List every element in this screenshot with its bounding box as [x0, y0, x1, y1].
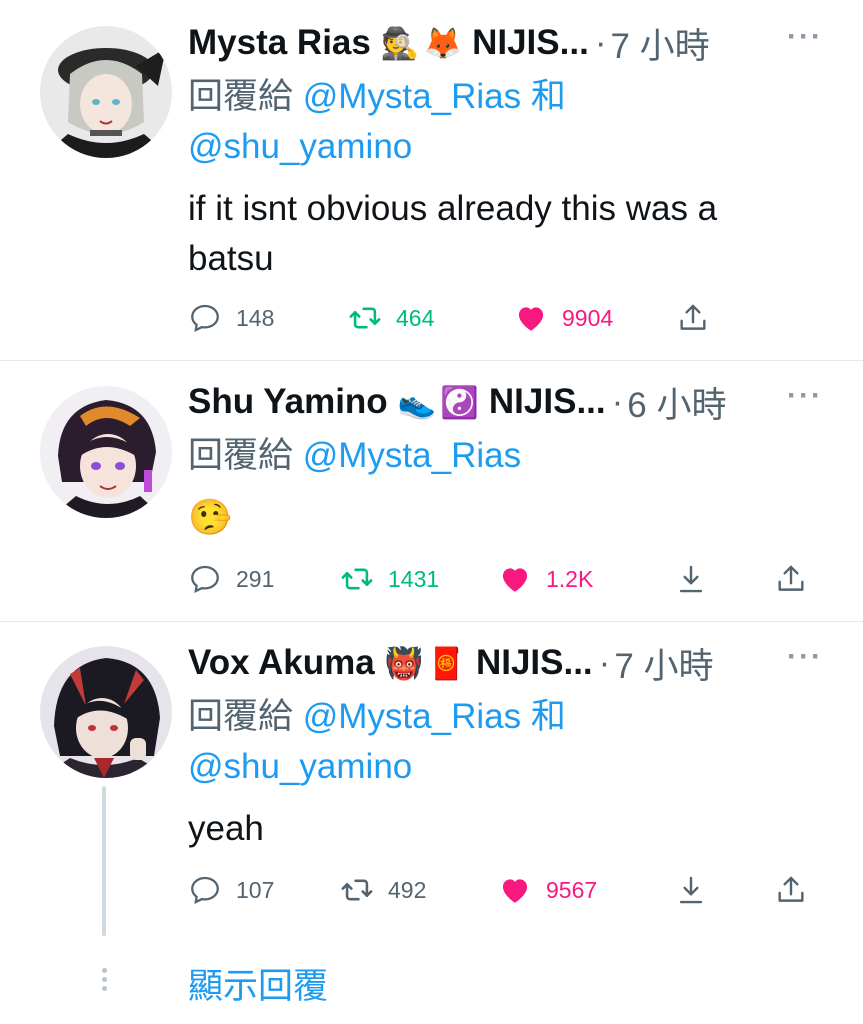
mention-link[interactable]: @shu_yamino — [188, 127, 412, 166]
reply-to: 回覆給 @Mysta_Rias 和 @shu_yamino — [188, 72, 823, 172]
reply-icon — [191, 565, 219, 593]
heart-icon — [502, 879, 528, 903]
org-name[interactable]: NIJIS... — [489, 382, 606, 422]
share-icon — [778, 876, 804, 902]
like-button[interactable]: 9904 — [514, 296, 613, 340]
tweet-shu[interactable]: Shu Yamino 👟 ☯️ NIJIS... · 6 小時 ··· 回覆給 … — [0, 361, 863, 621]
reply-button[interactable]: 148 — [188, 296, 274, 340]
more-icon[interactable]: ··· — [787, 379, 823, 413]
reply-count: 107 — [236, 876, 275, 903]
avatar[interactable] — [40, 26, 172, 158]
action-bar: 107 492 9567 — [188, 868, 808, 912]
detective-emoji: 🕵️ — [380, 25, 420, 61]
download-icon — [679, 876, 703, 904]
reply-icon — [191, 876, 219, 904]
more-icon[interactable]: ··· — [787, 20, 823, 54]
reply-and: 和 — [530, 77, 566, 116]
retweet-count: 1431 — [388, 565, 440, 592]
mention-link[interactable]: @Mysta_Rias — [303, 436, 521, 475]
retweet-icon — [341, 879, 373, 901]
action-bar: 291 1431 1.2K — [188, 557, 808, 601]
separator-dot: · — [611, 382, 624, 421]
share-icon — [778, 565, 804, 591]
tweet-text-line: batsu — [188, 239, 274, 278]
tweet-text: yeah — [188, 804, 823, 854]
shoe-emoji: 👟 — [397, 384, 437, 420]
reply-count: 148 — [236, 304, 275, 331]
tweet-text: if it isnt obvious already this was a ba… — [188, 184, 823, 284]
avatar[interactable] — [40, 646, 172, 778]
like-count: 9904 — [562, 304, 614, 331]
retweet-button[interactable]: 1431 — [340, 557, 439, 601]
mention-link[interactable]: @Mysta_Rias — [303, 697, 521, 736]
org-name[interactable]: NIJIS... — [476, 643, 593, 683]
like-count: 9567 — [546, 876, 598, 903]
separator-dot: · — [598, 643, 611, 682]
reply-icon — [191, 304, 219, 332]
like-button[interactable]: 9567 — [498, 868, 597, 912]
fox-emoji: 🦊 — [423, 25, 463, 61]
reply-count: 291 — [236, 565, 275, 592]
share-button[interactable] — [774, 557, 808, 601]
avatar-image — [40, 26, 172, 158]
mention-link[interactable]: @shu_yamino — [188, 747, 412, 786]
retweet-icon — [341, 568, 373, 590]
retweet-count: 464 — [396, 304, 435, 331]
like-count: 1.2K — [546, 565, 594, 592]
reply-button[interactable]: 107 — [188, 868, 274, 912]
heart-icon — [518, 307, 544, 331]
retweet-icon — [349, 307, 381, 329]
timestamp[interactable]: 7 小時 — [614, 638, 713, 689]
tweet-vox[interactable]: Vox Akuma 👹 🧧 NIJIS... · 7 小時 ··· 回覆給 @M… — [0, 622, 863, 1024]
share-button[interactable] — [774, 868, 808, 912]
download-icon — [679, 565, 703, 593]
tweet-text-line: if it isnt obvious already this was a — [188, 189, 718, 228]
timestamp[interactable]: 6 小時 — [627, 377, 726, 428]
heart-icon — [502, 568, 528, 592]
share-button[interactable] — [676, 296, 710, 340]
like-button[interactable]: 1.2K — [498, 557, 593, 601]
org-name[interactable]: NIJIS... — [472, 23, 589, 63]
ogre-emoji: 👹 — [384, 645, 424, 681]
mention-link[interactable]: @Mysta_Rias — [303, 77, 521, 116]
action-bar: 148 464 9904 — [188, 296, 728, 340]
tweet-text-line: yeah — [188, 809, 264, 848]
tweet-text-line: 🤥 — [188, 498, 232, 537]
red-envelope-emoji: 🧧 — [427, 645, 466, 681]
timestamp[interactable]: 7 小時 — [610, 18, 709, 69]
thread-dots-icon — [100, 968, 108, 995]
tweet-text: 🤥 — [188, 493, 823, 543]
retweet-button[interactable]: 464 — [348, 296, 434, 340]
thread-line — [102, 786, 106, 936]
separator-dot: · — [594, 23, 607, 62]
display-name[interactable]: Vox Akuma — [188, 643, 375, 683]
display-name[interactable]: Mysta Rias — [188, 23, 371, 63]
reply-to: 回覆給 @Mysta_Rias 和 @shu_yamino — [188, 692, 823, 792]
retweet-count: 492 — [388, 876, 427, 903]
reply-prefix: 回覆給 — [188, 697, 294, 736]
reply-prefix: 回覆給 — [188, 77, 294, 116]
avatar-image — [40, 386, 172, 518]
tweet-mysta[interactable]: Mysta Rias 🕵️ 🦊 NIJIS... · 7 小時 ··· 回覆給 … — [0, 0, 863, 360]
download-button[interactable] — [674, 557, 708, 601]
download-button[interactable] — [674, 868, 708, 912]
avatar-image — [40, 646, 172, 778]
share-icon — [680, 304, 706, 330]
reply-button[interactable]: 291 — [188, 557, 274, 601]
avatar[interactable] — [40, 386, 172, 518]
retweet-button[interactable]: 492 — [340, 868, 426, 912]
show-replies-link[interactable]: 顯示回覆 — [188, 958, 328, 1009]
reply-to: 回覆給 @Mysta_Rias — [188, 431, 823, 481]
display-name[interactable]: Shu Yamino — [188, 382, 388, 422]
yin-yang-emoji: ☯️ — [440, 384, 479, 420]
reply-and: 和 — [530, 697, 566, 736]
more-icon[interactable]: ··· — [787, 640, 823, 674]
reply-prefix: 回覆給 — [188, 436, 294, 475]
